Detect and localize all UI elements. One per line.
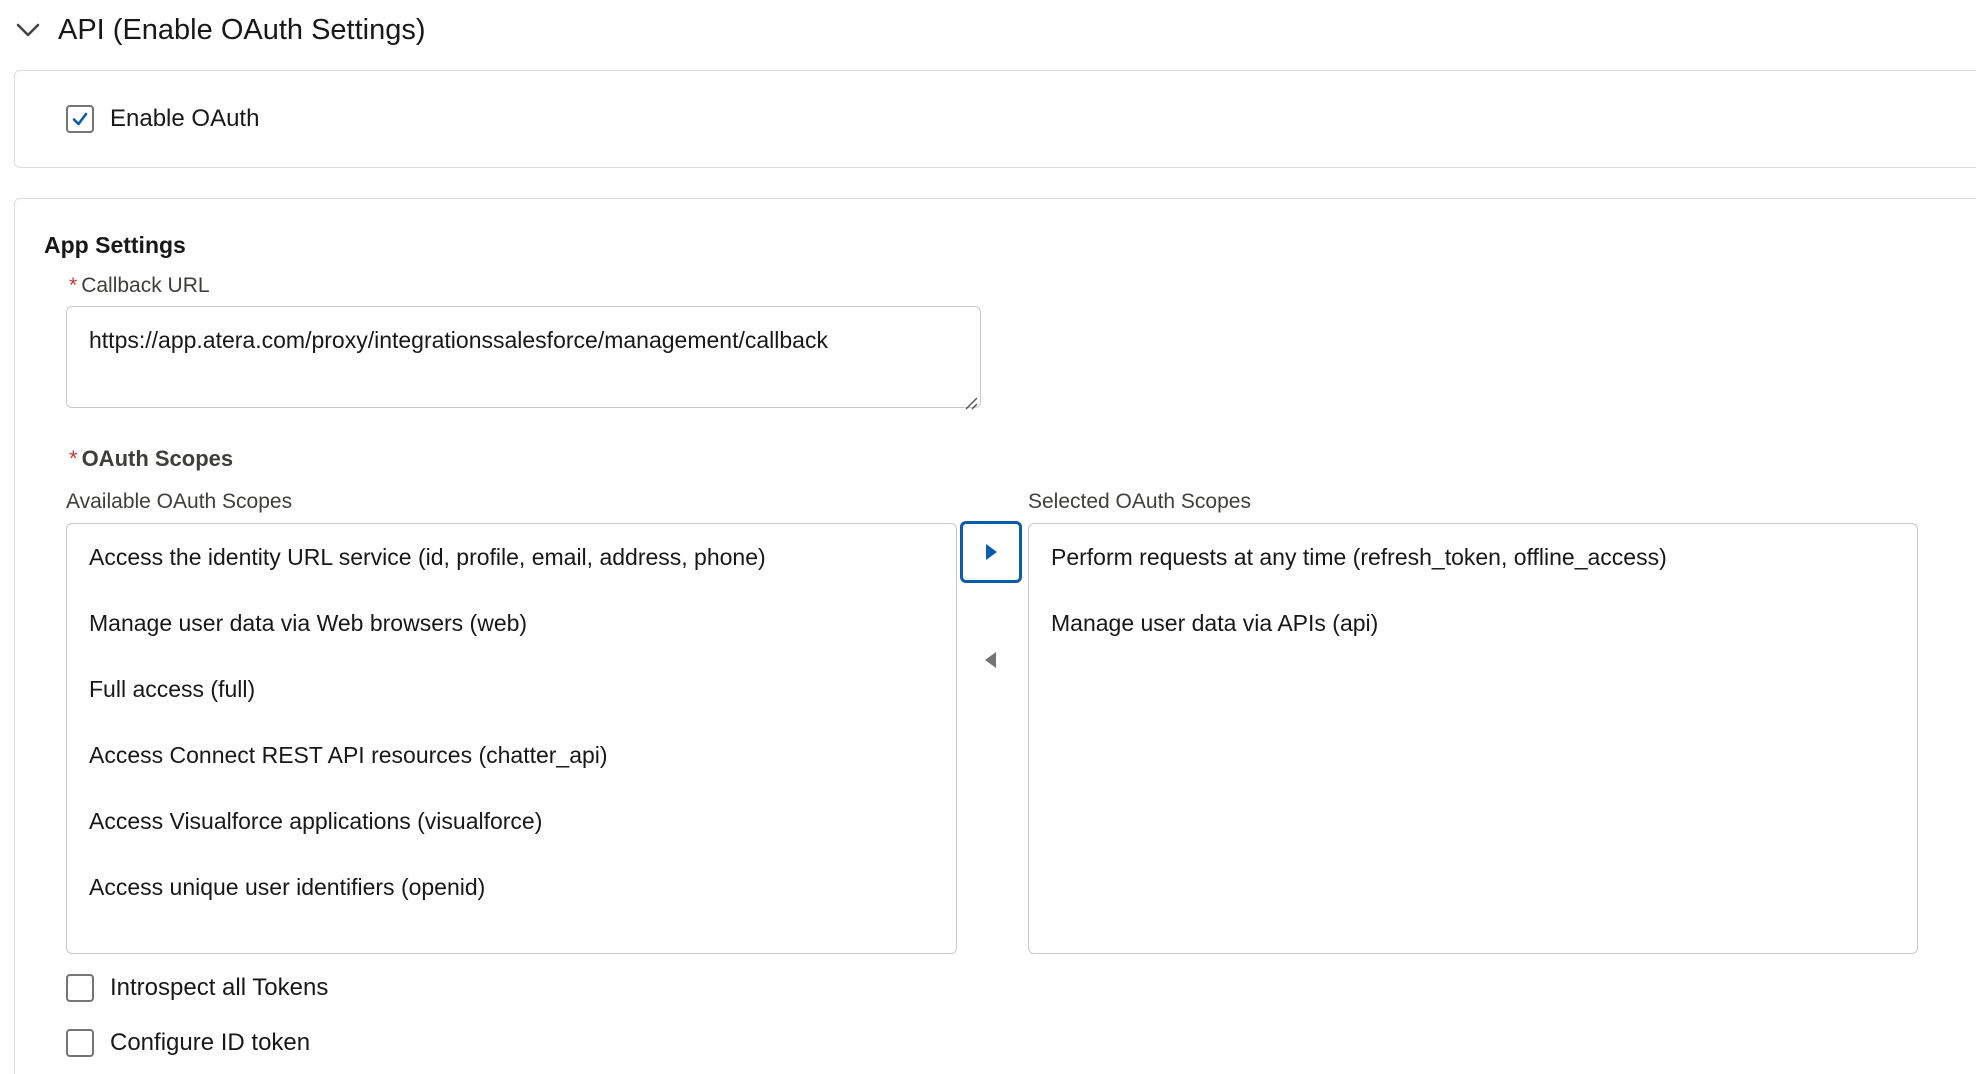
enable-oauth-row[interactable]: Enable OAuth xyxy=(66,105,259,133)
chevron-down-icon[interactable] xyxy=(14,16,42,44)
configure-id-token-label: Configure ID token xyxy=(110,1029,311,1056)
oauth-settings-page: API (Enable OAuth Settings) Enable OAuth… xyxy=(0,0,1976,1074)
enable-oauth-checkbox[interactable] xyxy=(66,105,94,133)
introspect-tokens-checkbox[interactable] xyxy=(66,974,94,1002)
enable-oauth-card xyxy=(14,70,1976,168)
triangle-right-icon xyxy=(986,544,997,560)
selected-scopes-label: Selected OAuth Scopes xyxy=(1028,490,1251,513)
callback-url-textarea[interactable]: https://app.atera.com/proxy/integrations… xyxy=(66,306,981,410)
list-item[interactable]: Manage user data via APIs (api) xyxy=(1029,590,1917,656)
section-title: API (Enable OAuth Settings) xyxy=(58,13,426,46)
available-scopes-listbox[interactable]: Access the identity URL service (id, pro… xyxy=(66,523,957,954)
list-item[interactable]: Access the identity URL service (id, pro… xyxy=(67,524,956,590)
available-scopes-label: Available OAuth Scopes xyxy=(66,490,293,513)
introspect-tokens-label: Introspect all Tokens xyxy=(110,974,329,1001)
move-to-selected-button[interactable] xyxy=(960,521,1022,583)
list-item[interactable]: Full access (full) xyxy=(67,656,956,722)
callback-url-label: * Callback URL xyxy=(69,274,210,298)
list-item[interactable]: Manage user data via Web browsers (web) xyxy=(67,590,956,656)
list-item[interactable]: Access Connect REST API resources (chatt… xyxy=(67,722,956,788)
introspect-tokens-row[interactable]: Introspect all Tokens xyxy=(66,974,328,1002)
configure-id-token-checkbox[interactable] xyxy=(66,1029,94,1057)
configure-id-token-row[interactable]: Configure ID token xyxy=(66,1029,310,1057)
triangle-left-icon xyxy=(985,652,996,668)
resize-grip-icon[interactable] xyxy=(962,389,978,410)
move-to-available-button[interactable] xyxy=(960,629,1022,691)
enable-oauth-label: Enable OAuth xyxy=(110,105,260,132)
oauth-scopes-title: OAuth Scopes xyxy=(81,446,234,471)
checkmark-icon xyxy=(72,112,88,126)
oauth-scopes-heading: * OAuth Scopes xyxy=(69,446,233,472)
callback-url-value: https://app.atera.com/proxy/integrations… xyxy=(89,327,828,353)
required-marker: * xyxy=(69,274,78,297)
selected-scopes-listbox[interactable]: Perform requests at any time (refresh_to… xyxy=(1028,523,1918,954)
app-settings-heading: App Settings xyxy=(44,232,186,258)
list-item[interactable]: Perform requests at any time (refresh_to… xyxy=(1029,524,1917,590)
list-item[interactable]: Access unique user identifiers (openid) xyxy=(67,854,956,920)
section-header[interactable]: API (Enable OAuth Settings) xyxy=(14,8,426,52)
list-item[interactable]: Access Visualforce applications (visualf… xyxy=(67,788,956,854)
callback-url-label-text: Callback URL xyxy=(81,274,210,297)
required-marker: * xyxy=(69,446,78,471)
